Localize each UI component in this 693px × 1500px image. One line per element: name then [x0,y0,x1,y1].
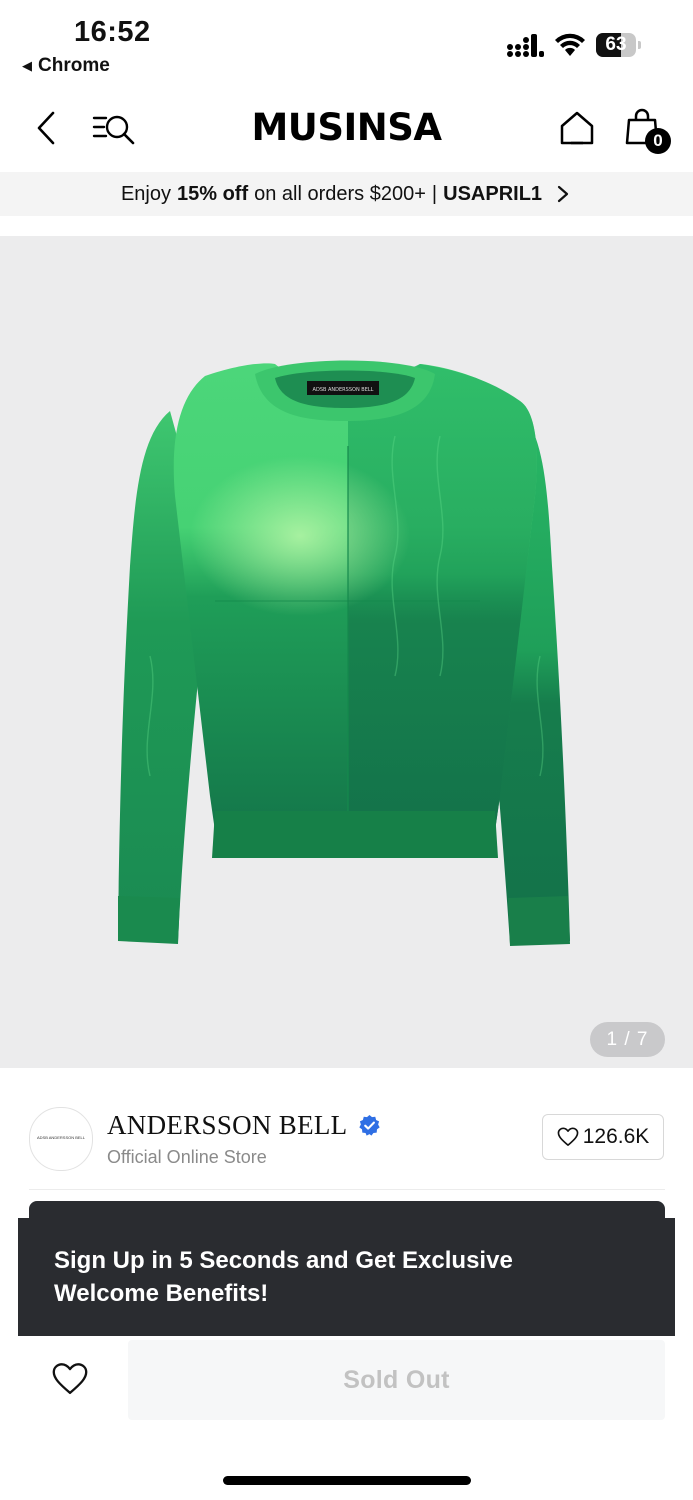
back-triangle-icon: ◀ [22,58,32,73]
promo-prefix: Enjoy [120,182,171,205]
bottom-cta-bar: Sold Out [0,1340,693,1420]
toast-message: Sign Up in 5 Seconds and Get Exclusive W… [54,1247,513,1307]
store-info[interactable]: ADSB ANDERSSON BELL ANDERSSON BELL Offic… [0,1085,693,1190]
promo-banner[interactable]: Enjoy 15% off on all orders $200+ | USAP… [0,172,693,216]
back-to-app-link[interactable]: ◀ Chrome [22,55,110,77]
wishlist-heart-icon[interactable] [51,1362,89,1396]
avatar-brand-text: ADSB ANDERSSON BELL [36,1135,86,1140]
promo-separator: | [431,182,438,205]
verified-badge-icon [359,1114,380,1136]
status-time: 16:52 [74,16,151,48]
cellular-signal-icon [507,34,544,57]
garment-label-text: ADSB ANDERSSON BELL [313,387,374,393]
cart-count-badge: 0 [645,128,671,154]
chevron-right-icon [557,185,569,203]
store-name[interactable]: ANDERSSON BELL [107,1110,347,1141]
store-like-button[interactable]: 126.6K [542,1114,664,1160]
battery-icon: 63 [596,33,642,57]
image-counter: 1 / 7 [590,1022,665,1057]
battery-level: 63 [605,34,627,55]
back-app-label: Chrome [38,55,110,76]
sold-out-button[interactable]: Sold Out [128,1340,665,1420]
status-bar: 16:52 ◀ Chrome 63 [0,0,693,90]
store-subtitle: Official Online Store [107,1147,267,1167]
promo-code: USAPRIL1 [443,182,543,205]
wifi-icon [555,33,585,56]
like-count: 126.6K [582,1125,650,1148]
promo-highlight: 15% off [177,182,249,205]
store-avatar[interactable]: ADSB ANDERSSON BELL [29,1107,93,1171]
home-icon[interactable] [559,110,595,146]
sweater-image: ADSB ANDERSSON BELL [118,360,570,946]
promo-middle: on all orders $200+ [254,182,426,205]
divider [29,1189,665,1190]
signup-toast[interactable]: Sign Up in 5 Seconds and Get Exclusive W… [18,1218,675,1336]
home-indicator [223,1476,471,1485]
heart-outline-icon [557,1127,579,1146]
top-nav: MUSINSA [0,90,693,172]
product-image-gallery[interactable]: ADSB ANDERSSON BELL [0,236,693,1068]
